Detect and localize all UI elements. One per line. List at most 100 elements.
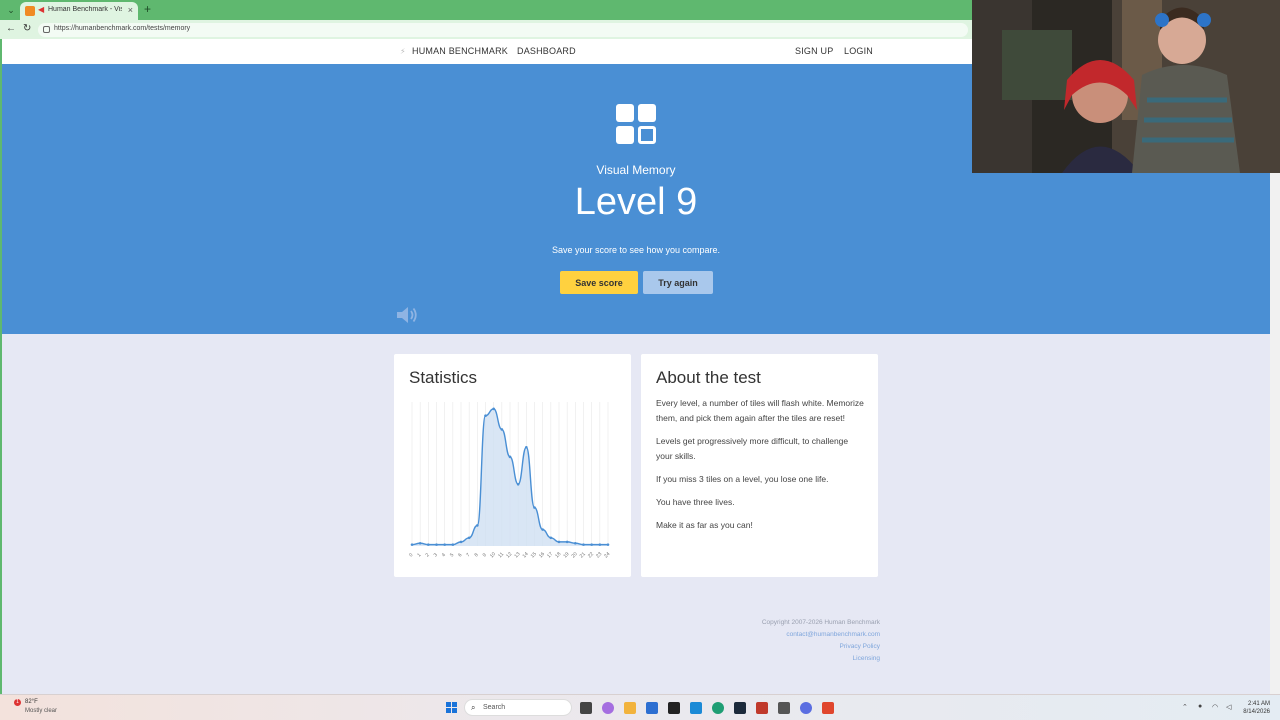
brand-link[interactable]: HUMAN BENCHMARK (412, 46, 508, 56)
statistics-card: Statistics 0 1 2 3 4 5 6 7 8 9 10 11 12 13 14 15 16 17 18 1… (394, 354, 631, 577)
volume-icon[interactable]: ◁ (1226, 703, 1231, 711)
chart-point (541, 528, 544, 531)
speaker-muted-icon[interactable]: ◀ (38, 5, 44, 14)
chart-tick-label: 7 (465, 552, 471, 558)
chart-point (549, 536, 553, 540)
store-icon[interactable] (646, 702, 658, 714)
search-icon: ⌕ (471, 703, 476, 712)
clock[interactable]: 2:41 AM 8/14/2026 (1243, 700, 1270, 716)
chart-point (410, 543, 414, 546)
visual-memory-icon (616, 104, 656, 144)
about-paragraph: Make it as far as you can! (656, 520, 753, 530)
about-paragraph: Every level, a number of tiles will flas… (656, 398, 864, 423)
steam-icon[interactable] (734, 702, 746, 714)
statistics-title: Statistics (409, 368, 478, 387)
app-icon-2[interactable] (778, 702, 790, 714)
tab-search-icon[interactable]: ⌄ (4, 4, 18, 16)
browser-tab[interactable]: ◀ Human Benchmark - Visual M × (20, 2, 138, 20)
about-paragraph: If you miss 3 tiles on a level, you lose… (656, 474, 829, 484)
chart-tick-label: 4 (441, 552, 447, 558)
clock-time: 2:41 AM (1247, 701, 1270, 707)
chart-point (492, 407, 495, 411)
close-icon[interactable]: × (128, 5, 133, 15)
edge-icon[interactable] (712, 702, 724, 714)
chart-point (598, 543, 602, 546)
chart-point (590, 543, 593, 546)
dashboard-link[interactable]: DASHBOARD (517, 46, 576, 56)
score-distribution-chart: 0 1 2 3 4 5 6 7 8 9 10 11 12 13 14 15 16 17 18 19 20 21 22 23 24 (408, 402, 612, 559)
contact-link[interactable]: contact@humanbenchmark.com (762, 629, 880, 641)
chart-point (435, 543, 438, 546)
login-link[interactable]: LOGIN (844, 46, 873, 56)
try-again-button[interactable]: Try again (643, 271, 713, 294)
scrollbar[interactable] (1270, 173, 1280, 694)
app-icon[interactable] (756, 702, 768, 714)
taskbar-search[interactable]: ⌕ Search (464, 699, 572, 716)
weather-temp: 82°F (25, 699, 38, 705)
task-view-icon[interactable] (580, 702, 592, 714)
file-explorer-icon[interactable] (624, 702, 636, 714)
discord-icon[interactable] (800, 702, 812, 714)
chart-point (565, 540, 569, 544)
clock-date: 8/14/2026 (1243, 709, 1270, 715)
chart-tick-label: 8 (474, 552, 480, 558)
chart-point (525, 445, 528, 449)
url-input[interactable]: https://humanbenchmark.com/tests/memory (38, 23, 968, 37)
chart-point (533, 506, 536, 509)
speaker-icon[interactable] (395, 306, 419, 324)
chart-tick-label: 5 (449, 552, 455, 558)
about-card: About the test Every level, a number of … (641, 354, 878, 577)
favicon-icon (25, 6, 35, 16)
back-icon[interactable]: ← (6, 23, 16, 34)
copilot-icon[interactable] (602, 702, 614, 714)
url-text: https://humanbenchmark.com/tests/memory (54, 25, 191, 32)
copyright: Copyright 2007-2026 Human Benchmark (761, 619, 880, 626)
search-placeholder: Search (483, 704, 506, 711)
tray-overflow-icon[interactable]: ⌃ (1182, 703, 1188, 711)
save-prompt: Save your score to see how you compare. (551, 245, 721, 255)
weather-condition: Mostly clear (25, 708, 58, 714)
dropbox-icon[interactable] (668, 702, 680, 714)
about-text: Every level, a number of tiles will flas… (656, 396, 866, 541)
licensing-link[interactable]: Licensing (762, 653, 880, 665)
chart-tick-label: 2 (425, 552, 431, 558)
chart-point (467, 536, 471, 540)
chart-point (427, 543, 430, 546)
site-info-icon[interactable] (43, 26, 50, 33)
new-tab-icon[interactable]: + (144, 2, 151, 16)
windows-start-icon[interactable] (446, 702, 458, 714)
taskbar: 1 82°F Mostly clear ⌕ Search ⌃ ● ◠ ◁ 2:4… (0, 694, 1280, 720)
signup-link[interactable]: SIGN UP (795, 46, 833, 56)
chart-tick-label: 10 (489, 551, 497, 559)
chart-point (500, 428, 504, 431)
chart-point (516, 482, 520, 486)
chart-point (574, 541, 577, 545)
save-score-button[interactable]: Save score (560, 271, 638, 294)
chart-point (582, 543, 585, 546)
chart-point (418, 541, 422, 545)
chart-tick-label: 0 (408, 552, 414, 558)
chart-tick-label: 1 (416, 552, 422, 558)
brave-icon[interactable] (822, 702, 834, 714)
chart-tick-label: 24 (603, 551, 611, 559)
chart-point (476, 524, 479, 527)
chart-tick-label: 9 (482, 552, 488, 558)
chart-point (443, 543, 446, 546)
about-paragraph: You have three lives. (656, 497, 735, 507)
lightning-icon: ⚡ (400, 47, 406, 56)
chart-point (508, 455, 512, 459)
footer: Copyright 2007-2026 Human Benchmark cont… (762, 617, 880, 665)
webcam-overlay (972, 0, 1280, 173)
mail-icon[interactable] (690, 702, 702, 714)
chart-point (451, 543, 455, 546)
microphone-icon[interactable]: ● (1198, 703, 1202, 710)
chart-point (484, 414, 487, 418)
wifi-icon[interactable]: ◠ (1212, 703, 1218, 711)
privacy-link[interactable]: Privacy Policy (762, 641, 880, 653)
result-level: Level 9 (574, 181, 698, 223)
chart-point (557, 540, 561, 544)
notification-badge: 1 (14, 699, 21, 706)
tab-title: Human Benchmark - Visual M (48, 6, 122, 13)
about-title: About the test (656, 368, 761, 387)
reload-icon[interactable]: ↻ (23, 23, 31, 34)
